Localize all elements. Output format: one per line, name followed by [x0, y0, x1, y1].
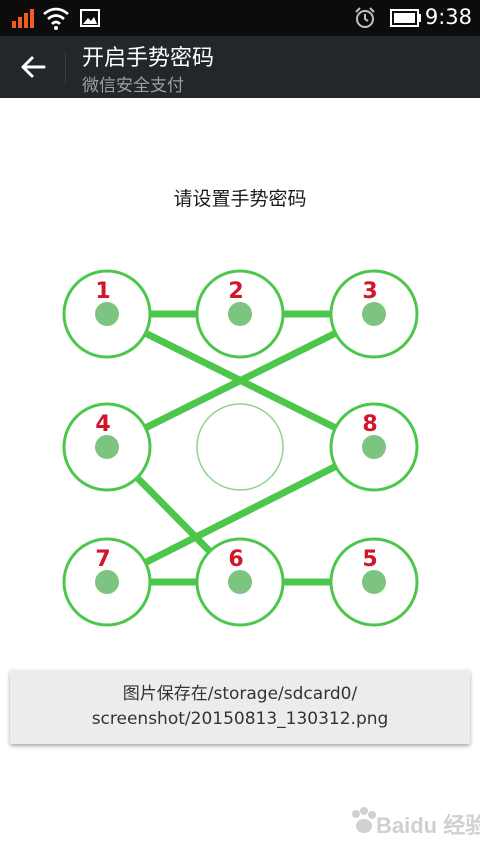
status-bar: 9:38	[0, 0, 480, 36]
watermark-text: Baidu 经验	[376, 813, 480, 838]
pattern-node-dot	[362, 570, 386, 594]
pattern-node-number: 3	[362, 279, 377, 304]
signal-icon	[12, 9, 34, 28]
status-time: 9:38	[424, 5, 472, 29]
gesture-prompt: 请设置手势密码	[173, 188, 307, 210]
pattern-node-6[interactable]: 6	[195, 537, 285, 627]
battery-icon	[390, 9, 421, 27]
pattern-node-number: 1	[95, 279, 110, 304]
pattern-node-7[interactable]: 7	[62, 537, 152, 627]
pattern-node-4[interactable]: 4	[62, 402, 152, 492]
pattern-node-1[interactable]: 1	[62, 269, 152, 359]
baidu-watermark: Baidu 经验	[348, 802, 480, 842]
pattern-node-number: 7	[95, 547, 110, 572]
pattern-node-number: 5	[362, 547, 377, 572]
pattern-node-ring	[196, 403, 284, 491]
pattern-node-number: 2	[228, 279, 243, 304]
pattern-node-2[interactable]: 2	[195, 269, 285, 359]
back-button[interactable]	[10, 44, 56, 90]
wifi-icon	[43, 7, 69, 30]
toast-line-2: screenshot/20150813_130312.png	[91, 709, 389, 729]
alarm-icon	[355, 7, 375, 28]
pattern-node-number: 6	[228, 547, 243, 572]
image-notification-icon	[80, 9, 100, 27]
toast-line-1: 图片保存在/storage/sdcard0/	[122, 684, 358, 704]
page-subtitle: 微信安全支付	[82, 76, 184, 96]
pattern-node-dot	[228, 302, 252, 326]
app-bar-divider	[65, 52, 66, 84]
pattern-lock-grid[interactable]: 1 2 3 4 8 7 6 5	[0, 230, 480, 650]
pattern-node-number: 4	[95, 412, 110, 437]
pattern-node-8[interactable]: 8	[329, 402, 419, 492]
pattern-node-3[interactable]: 3	[329, 269, 419, 359]
pattern-node-dot	[95, 570, 119, 594]
pattern-node-number: 8	[362, 412, 377, 437]
pattern-node-dot	[228, 570, 252, 594]
pattern-node-5[interactable]: 5	[329, 537, 419, 627]
back-arrow-icon	[21, 56, 46, 78]
pattern-node-dot	[362, 435, 386, 459]
pattern-node-dot	[362, 302, 386, 326]
paw-logo-icon	[352, 807, 376, 833]
pattern-node-dot	[95, 435, 119, 459]
pattern-node-dot	[95, 302, 119, 326]
screenshot-saved-toast: 图片保存在/storage/sdcard0/ screenshot/201508…	[10, 670, 470, 744]
page-title: 开启手势密码	[82, 46, 215, 71]
pattern-node-center[interactable]	[196, 403, 284, 491]
app-bar: 开启手势密码 微信安全支付	[0, 36, 480, 98]
